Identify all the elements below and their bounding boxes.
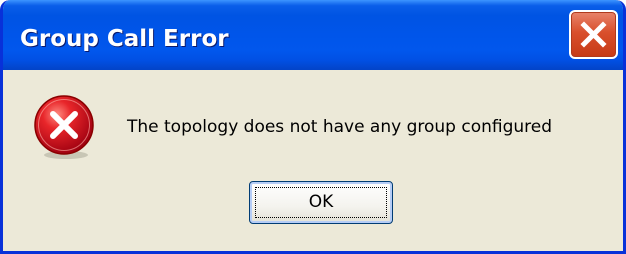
error-message: The topology does not have any group con… <box>127 117 553 137</box>
dialog-body: The topology does not have any group con… <box>3 70 623 251</box>
dialog-title: Group Call Error <box>20 26 229 52</box>
ok-button[interactable]: OK <box>249 181 393 224</box>
error-dialog: Group Call Error The topology does not h… <box>0 0 626 254</box>
title-bar[interactable]: Group Call Error <box>3 0 623 70</box>
close-icon <box>580 21 607 48</box>
error-icon <box>34 95 94 159</box>
ok-button-label: OK <box>308 192 334 212</box>
close-button[interactable] <box>569 10 618 59</box>
